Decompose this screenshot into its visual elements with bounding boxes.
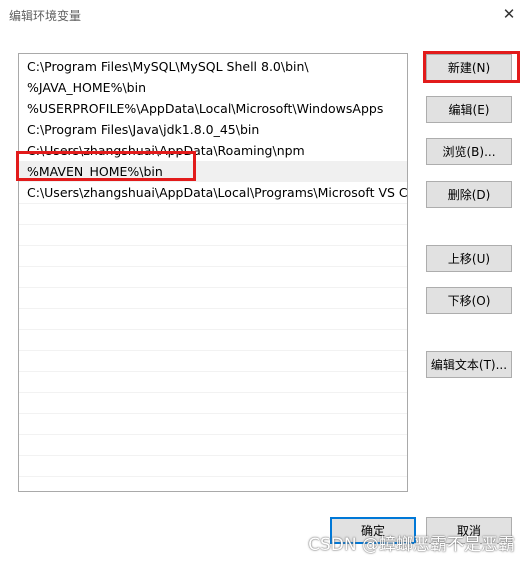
empty-row-divider	[19, 245, 407, 246]
move-down-button[interactable]: 下移(O)	[426, 287, 512, 314]
list-item[interactable]: %JAVA_HOME%\bin	[19, 77, 407, 98]
dialog-title: 编辑环境变量	[9, 9, 82, 23]
move-up-button[interactable]: 上移(U)	[426, 245, 512, 272]
new-button[interactable]: 新建(N)	[426, 54, 512, 81]
watermark: CSDN @蟑螂恶霸不是恶霸	[308, 535, 515, 555]
empty-row-divider	[19, 203, 407, 204]
list-item[interactable]: C:\Users\zhangshuai\AppData\Roaming\npm	[19, 140, 407, 161]
empty-row-divider	[19, 350, 407, 351]
list-item[interactable]: %USERPROFILE%\AppData\Local\Microsoft\Wi…	[19, 98, 407, 119]
delete-button[interactable]: 删除(D)	[426, 181, 512, 208]
close-icon[interactable]: ✕	[497, 2, 521, 26]
path-list[interactable]: C:\Program Files\MySQL\MySQL Shell 8.0\b…	[18, 53, 408, 492]
empty-row-divider	[19, 287, 407, 288]
empty-row-divider	[19, 308, 407, 309]
empty-row-divider	[19, 413, 407, 414]
list-item[interactable]: C:\Users\zhangshuai\AppData\Local\Progra…	[19, 182, 407, 203]
edit-text-button[interactable]: 编辑文本(T)...	[426, 351, 512, 378]
empty-row-divider	[19, 434, 407, 435]
empty-row-divider	[19, 329, 407, 330]
empty-row-divider	[19, 392, 407, 393]
list-item-selected[interactable]: %MAVEN_HOME%\bin	[19, 161, 407, 182]
empty-row-divider	[19, 371, 407, 372]
browse-button[interactable]: 浏览(B)...	[426, 138, 512, 165]
empty-row-divider	[19, 224, 407, 225]
empty-row-divider	[19, 476, 407, 477]
list-item[interactable]: C:\Program Files\Java\jdk1.8.0_45\bin	[19, 119, 407, 140]
empty-row-divider	[19, 266, 407, 267]
list-item[interactable]: C:\Program Files\MySQL\MySQL Shell 8.0\b…	[19, 56, 407, 77]
edit-button[interactable]: 编辑(E)	[426, 96, 512, 123]
empty-row-divider	[19, 455, 407, 456]
